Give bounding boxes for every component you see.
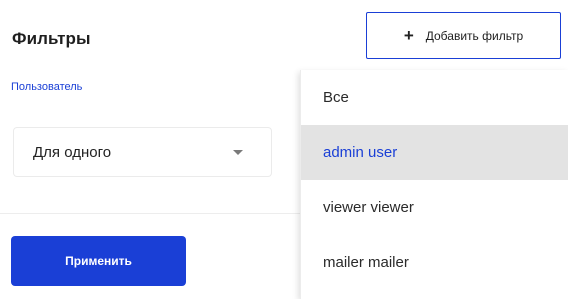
user-mode-value: Для одного — [33, 143, 112, 161]
filters-title: Фильтры — [12, 29, 91, 48]
user-field-label: Пользователь — [11, 81, 83, 93]
plus-icon: + — [403, 26, 414, 45]
add-filter-label: Добавить фильтр — [425, 28, 524, 43]
divider — [0, 213, 300, 214]
user-mode-select[interactable]: Для одного — [13, 127, 272, 177]
user-dropdown-menu: Все admin user viewer viewer mailer mail… — [300, 70, 568, 299]
chevron-down-icon — [233, 149, 243, 155]
dropdown-option-admin-user[interactable]: admin user — [301, 125, 568, 180]
dropdown-option-viewer-viewer[interactable]: viewer viewer — [301, 180, 568, 235]
add-filter-button[interactable]: + Добавить фильтр — [366, 12, 561, 59]
apply-button[interactable]: Применить — [11, 236, 186, 286]
dropdown-option-mailer-mailer[interactable]: mailer mailer — [301, 235, 568, 290]
dropdown-option-all[interactable]: Все — [301, 70, 568, 125]
